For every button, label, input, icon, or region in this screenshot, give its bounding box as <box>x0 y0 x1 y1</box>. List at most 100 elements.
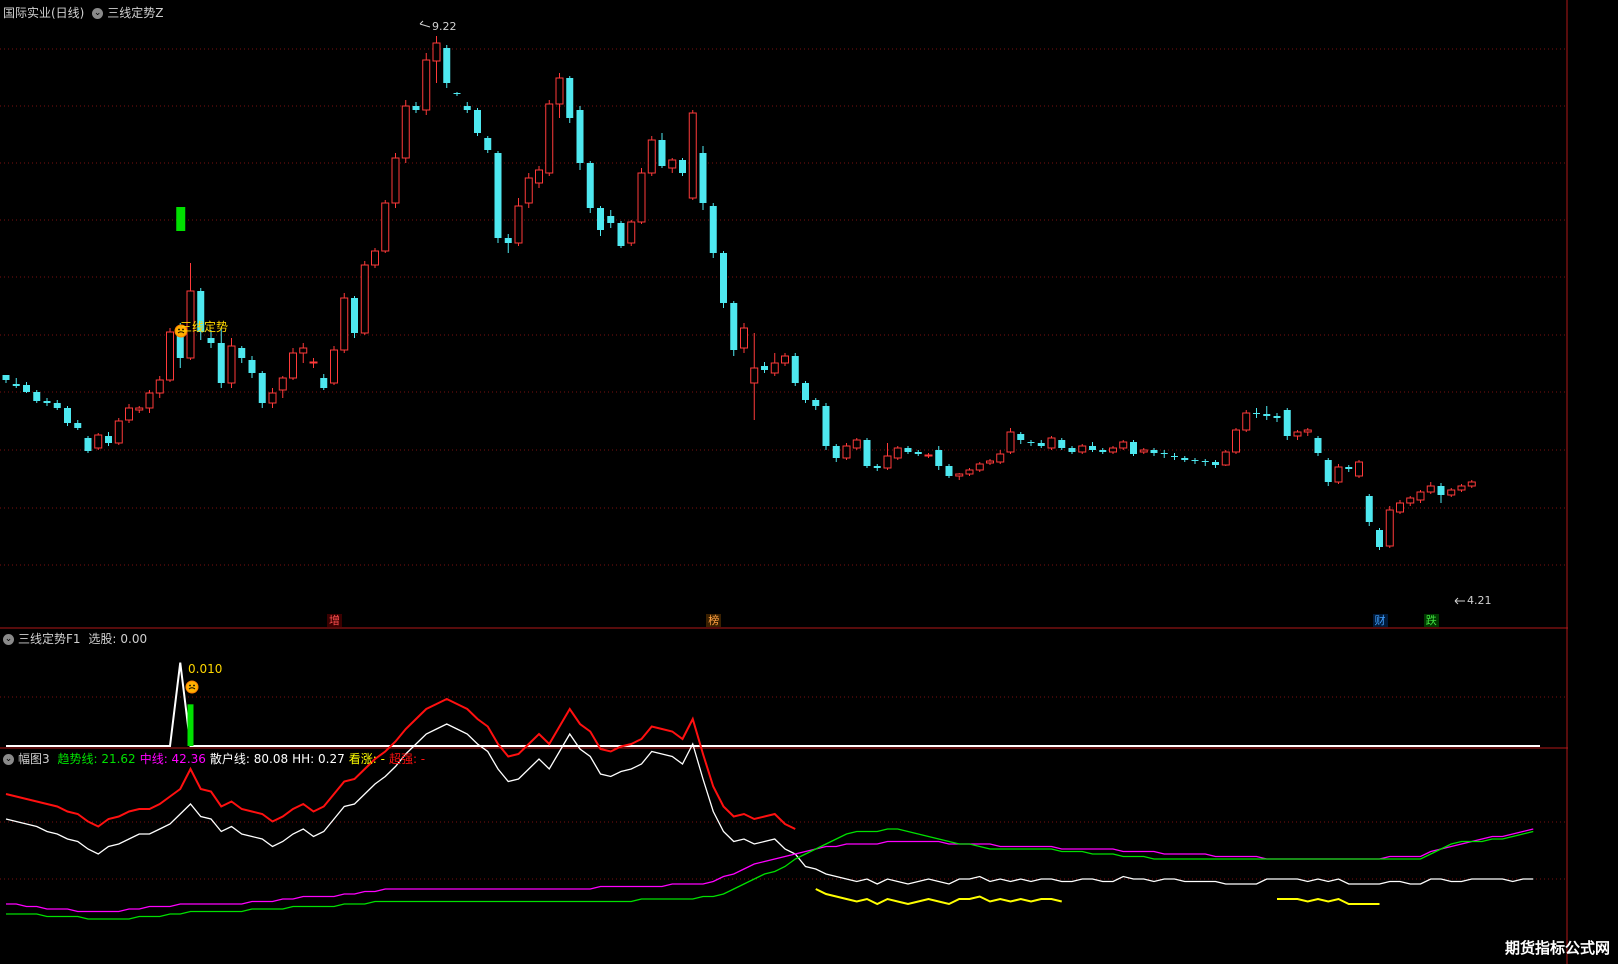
candle-body <box>975 463 984 471</box>
candle-body <box>401 105 410 159</box>
bullish-line <box>815 888 1380 906</box>
select-bar <box>187 704 194 746</box>
candle-body <box>278 377 287 391</box>
candle-body <box>822 406 830 446</box>
candle-body <box>43 401 51 403</box>
candle-body <box>637 172 646 223</box>
event-tag[interactable]: 榜 <box>706 614 722 627</box>
candle-body <box>627 221 636 244</box>
signal-block <box>176 207 186 231</box>
candle-body <box>1139 449 1148 453</box>
candle-body <box>371 250 379 266</box>
candle-body <box>1130 442 1137 454</box>
candle-body <box>432 42 441 62</box>
candle-body <box>586 163 594 208</box>
candle-body <box>1006 431 1015 453</box>
candle-body <box>781 355 789 364</box>
high-arrow-icon <box>419 20 431 28</box>
candle-body <box>114 420 123 444</box>
peak-value-label: 0.010 <box>188 662 223 676</box>
candle-body <box>617 223 625 246</box>
candle-body <box>1181 458 1189 460</box>
candle-body <box>309 361 318 364</box>
trend-line <box>6 828 1534 920</box>
candle-body <box>84 438 92 451</box>
candle-body <box>1437 486 1445 495</box>
candle-body <box>1365 496 1373 522</box>
legend-item: 散户线: 80.08 <box>209 752 289 766</box>
candle-body <box>166 331 174 381</box>
candle-body <box>852 439 861 449</box>
candle-body <box>1058 440 1066 448</box>
candle-body <box>1119 441 1128 449</box>
candle-body <box>1047 437 1056 449</box>
candle-body <box>658 140 666 166</box>
low-price-label: 4.21 <box>1467 594 1492 607</box>
candle-body <box>730 303 738 350</box>
chevron-down-icon[interactable]: ⌄ <box>3 634 14 645</box>
candle-body <box>1283 410 1291 436</box>
candle-body <box>422 59 431 111</box>
candle-body <box>360 264 369 334</box>
candle-body <box>688 112 697 199</box>
candle-body <box>320 378 328 388</box>
candle-body <box>709 206 717 253</box>
candle-body <box>699 153 707 203</box>
f1-face-icon-eye <box>189 684 191 687</box>
candle-body <box>555 77 564 105</box>
candle-body <box>1078 445 1087 453</box>
candle-body <box>996 453 1005 463</box>
candle-body <box>1355 461 1363 477</box>
candle-body <box>474 110 481 133</box>
candle-body <box>761 366 768 370</box>
candle-body <box>986 460 994 464</box>
candle-body <box>1345 467 1353 469</box>
stock-chart[interactable] <box>0 0 1568 964</box>
candle-body <box>443 48 451 83</box>
candle-body <box>330 349 338 384</box>
candle-body <box>1385 509 1394 547</box>
candle-body <box>1293 431 1302 437</box>
candle-body <box>1212 462 1219 465</box>
candle-body <box>1406 497 1415 504</box>
chevron-down-icon[interactable]: ⌄ <box>92 8 104 19</box>
candle-body <box>545 103 554 174</box>
candle-body <box>791 356 799 383</box>
candle-body <box>514 205 523 244</box>
candle-body <box>1376 530 1383 547</box>
candle-body <box>23 385 30 392</box>
candle-body <box>647 139 656 174</box>
main-panel-header: 国际实业(日线) ⌄ 三线定势Z <box>3 4 167 21</box>
candle-body <box>965 469 974 475</box>
fu-panel-header: ⌄ 幅图3 趋势线: 21.62 中线: 42.36 散户线: 80.08 HH: 0.… <box>3 750 433 767</box>
main-indicator-name[interactable]: 三线定势Z <box>107 6 163 20</box>
legend-item: 趋势线: 21.62 <box>57 752 136 766</box>
candle-body <box>268 392 277 404</box>
candle-body <box>494 153 502 238</box>
candle-body <box>207 338 215 343</box>
candle-body <box>955 473 964 477</box>
event-tag[interactable]: 跌 <box>1423 614 1439 627</box>
candle-body <box>1232 429 1240 453</box>
candle-body <box>904 448 912 452</box>
chevron-down-icon[interactable]: ⌄ <box>3 754 14 765</box>
candle-body <box>1324 460 1332 482</box>
f1-indicator-name[interactable]: 三线定势F1 <box>18 632 81 646</box>
candle-body <box>12 384 20 386</box>
candle-body <box>504 238 512 243</box>
candle-body <box>391 157 400 204</box>
event-tag[interactable]: 财 <box>1372 614 1388 627</box>
candle-body <box>453 93 461 94</box>
candle-body <box>832 446 840 458</box>
candle-body <box>842 445 851 459</box>
candle-body <box>576 110 584 163</box>
candle-body <box>863 440 871 466</box>
stock-title: 国际实业(日线) <box>3 6 85 20</box>
fu-indicator-name[interactable]: 幅图3 <box>18 752 50 766</box>
select-line <box>6 662 1540 747</box>
candle-body <box>1457 485 1466 491</box>
candle-body <box>1027 442 1035 443</box>
candle-body <box>125 407 133 421</box>
candle-body <box>1396 502 1404 513</box>
event-tag[interactable]: 增 <box>327 614 342 627</box>
